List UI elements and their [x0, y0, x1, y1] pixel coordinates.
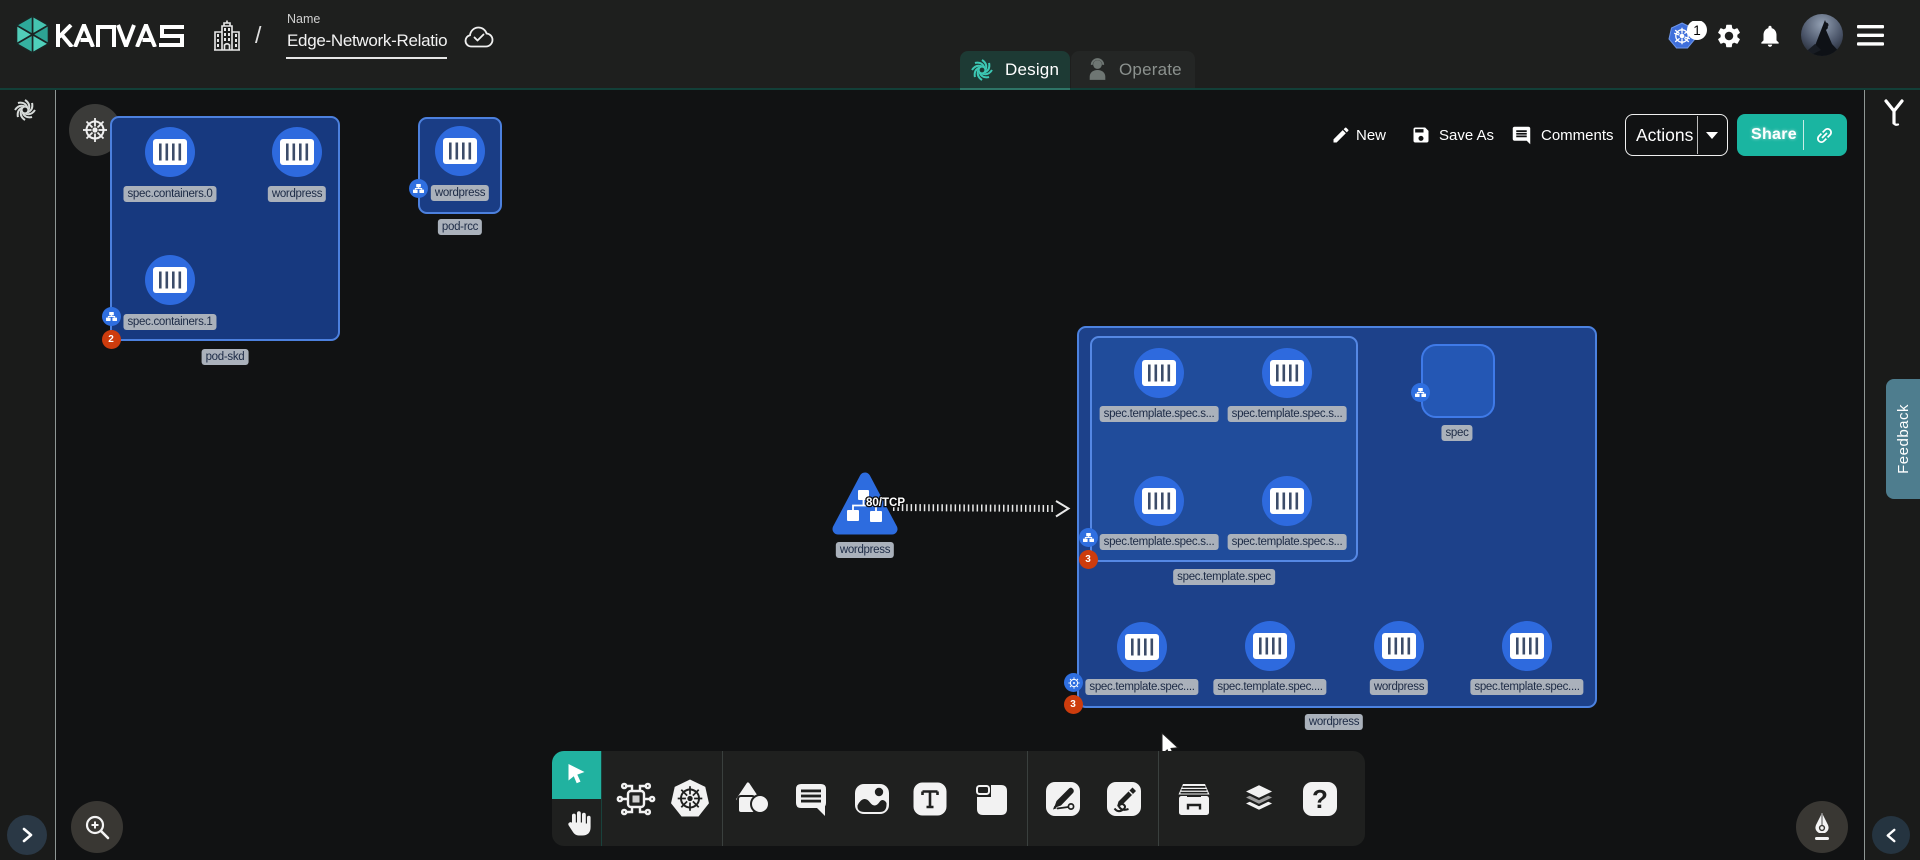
- svg-text:?: ?: [1312, 784, 1328, 814]
- svg-text:1: 1: [1693, 23, 1701, 38]
- svg-text:80/TCP: 80/TCP: [866, 497, 905, 509]
